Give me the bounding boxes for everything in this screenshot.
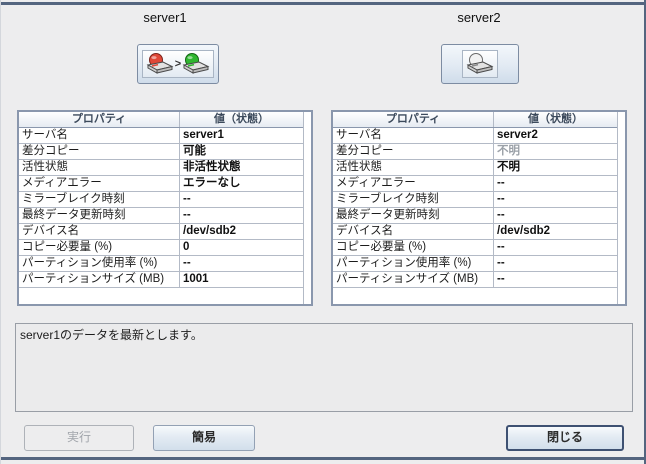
table-row: ミラーブレイク時刻-- <box>333 192 617 208</box>
property-cell: 最終データ更新時刻 <box>333 208 494 223</box>
value-cell: 不明 <box>494 144 617 159</box>
value-column-header: 値（状態） <box>494 112 617 127</box>
table-row: メディアエラー-- <box>333 176 617 192</box>
property-cell: 活性状態 <box>19 160 180 175</box>
value-cell: 0 <box>180 240 303 255</box>
value-cell: -- <box>494 256 617 271</box>
property-cell: デバイス名 <box>333 224 494 239</box>
property-cell: メディアエラー <box>333 176 494 191</box>
table-row: デバイス名/dev/sdb2 <box>333 224 617 240</box>
value-column-header: 値（状態） <box>180 112 303 127</box>
property-cell: パーティションサイズ (MB) <box>19 272 180 287</box>
property-cell: メディアエラー <box>19 176 180 191</box>
window-frame-top <box>1 2 646 5</box>
server1-title: server1 <box>17 10 313 25</box>
table-row: 差分コピー不明 <box>333 144 617 160</box>
server2-title: server2 <box>331 10 627 25</box>
property-cell: コピー必要量 (%) <box>19 240 180 255</box>
green-disk-icon <box>182 52 210 76</box>
table-row: コピー必要量 (%)-- <box>333 240 617 256</box>
value-cell: -- <box>180 192 303 207</box>
copy-direction-arrow: > <box>175 59 181 70</box>
operation-message-area: server1のデータを最新とします。 <box>15 323 633 412</box>
red-disk-icon <box>146 52 174 76</box>
value-cell: -- <box>494 272 617 287</box>
table-row: 最終データ更新時刻-- <box>333 208 617 224</box>
value-cell: /dev/sdb2 <box>494 224 617 239</box>
property-cell: パーティション使用率 (%) <box>333 256 494 271</box>
property-cell: パーティション使用率 (%) <box>19 256 180 271</box>
value-cell: -- <box>494 192 617 207</box>
property-cell: デバイス名 <box>19 224 180 239</box>
value-cell: 不明 <box>494 160 617 175</box>
property-column-header: プロパティ <box>19 112 180 127</box>
value-cell: 非活性状態 <box>180 160 303 175</box>
mirror-recovery-red-to-green-disk-icon: > <box>142 50 214 78</box>
table-row: 活性状態不明 <box>333 160 617 176</box>
table-row: パーティション使用率 (%)-- <box>333 256 617 272</box>
property-cell: ミラーブレイク時刻 <box>19 192 180 207</box>
property-cell: パーティションサイズ (MB) <box>333 272 494 287</box>
property-cell: ミラーブレイク時刻 <box>333 192 494 207</box>
property-cell: コピー必要量 (%) <box>333 240 494 255</box>
server2-state-button[interactable] <box>441 44 519 84</box>
mirror-disk-helper-window: server1 server2 > <box>0 0 646 464</box>
table-row: コピー必要量 (%)0 <box>19 240 303 256</box>
value-cell: server1 <box>180 128 303 143</box>
server1-status-table: プロパティ 値（状態） サーバ名server1 差分コピー可能 活性状態非活性状… <box>17 110 313 306</box>
table-row: パーティション使用率 (%)-- <box>19 256 303 272</box>
execute-button[interactable]: 実行 <box>24 425 134 451</box>
table-row: パーティションサイズ (MB)1001 <box>19 272 303 288</box>
value-cell: /dev/sdb2 <box>180 224 303 239</box>
value-cell: エラーなし <box>180 176 303 191</box>
table-row: サーバ名server1 <box>19 128 303 144</box>
property-column-header: プロパティ <box>333 112 494 127</box>
property-cell: 差分コピー <box>19 144 180 159</box>
simple-mode-button[interactable]: 簡易 <box>153 425 255 451</box>
property-cell: サーバ名 <box>19 128 180 143</box>
property-cell: 活性状態 <box>333 160 494 175</box>
value-cell: -- <box>180 256 303 271</box>
value-cell: 可能 <box>180 144 303 159</box>
table-row: 活性状態非活性状態 <box>19 160 303 176</box>
value-cell: -- <box>494 176 617 191</box>
property-cell: 差分コピー <box>333 144 494 159</box>
server2-status-table: プロパティ 値（状態） サーバ名server2 差分コピー不明 活性状態不明 メ… <box>331 110 627 306</box>
value-cell: -- <box>494 240 617 255</box>
server2-table-scrollbar-gutter <box>617 112 625 304</box>
table-row: パーティションサイズ (MB)-- <box>333 272 617 288</box>
table-header-row: プロパティ 値（状態） <box>333 112 617 128</box>
window-frame-bottom <box>1 457 646 460</box>
property-cell: 最終データ更新時刻 <box>19 208 180 223</box>
table-row: 最終データ更新時刻-- <box>19 208 303 224</box>
value-cell: 1001 <box>180 272 303 287</box>
property-cell: サーバ名 <box>333 128 494 143</box>
table-row: サーバ名server2 <box>333 128 617 144</box>
value-cell: -- <box>180 208 303 223</box>
gray-disk-icon <box>466 52 494 76</box>
server1-mirror-recovery-button[interactable]: > <box>137 44 219 84</box>
table-row: 差分コピー可能 <box>19 144 303 160</box>
unknown-state-gray-disk-icon <box>462 50 498 78</box>
server1-table-scrollbar-gutter <box>303 112 311 304</box>
table-row: メディアエラーエラーなし <box>19 176 303 192</box>
table-row: デバイス名/dev/sdb2 <box>19 224 303 240</box>
table-header-row: プロパティ 値（状態） <box>19 112 303 128</box>
value-cell: -- <box>494 208 617 223</box>
close-button[interactable]: 閉じる <box>506 425 624 451</box>
table-row: ミラーブレイク時刻-- <box>19 192 303 208</box>
value-cell: server2 <box>494 128 617 143</box>
